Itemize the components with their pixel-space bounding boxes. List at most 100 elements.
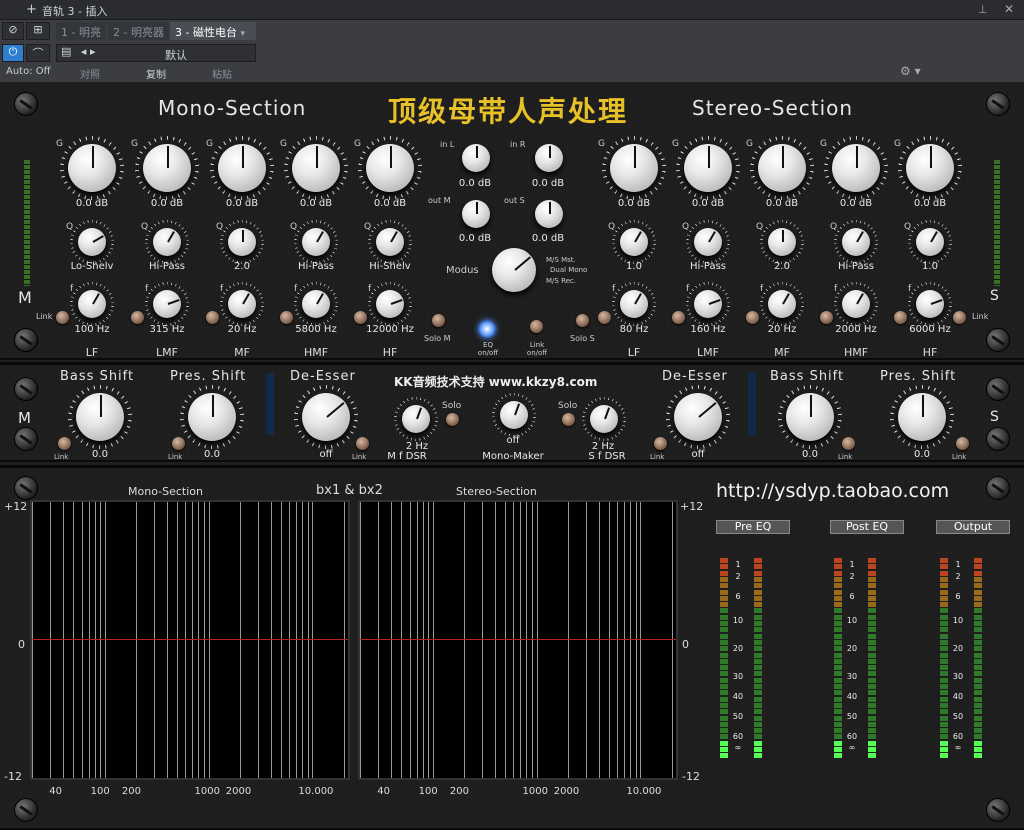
in-l-knob[interactable] [462, 144, 490, 172]
mono-freq-knob-2[interactable] [153, 290, 181, 318]
in-r-label: in R [510, 140, 526, 149]
copy-button[interactable]: 复制 [146, 66, 166, 81]
power-icon[interactable]: ⊘ [2, 22, 24, 40]
mono-freq-knob-4[interactable] [302, 290, 330, 318]
stereo-gain-knob-4[interactable] [832, 144, 880, 192]
mono-de-link-button[interactable] [356, 437, 369, 450]
meter-segment [940, 608, 948, 614]
auto-status[interactable]: Auto: Off [6, 66, 51, 77]
pin-icon[interactable]: ⊥ [978, 3, 988, 16]
stereo-pres-link-button[interactable] [956, 437, 969, 450]
pre-eq-header[interactable]: Pre EQ [716, 520, 790, 534]
solo-s-button[interactable] [576, 314, 589, 327]
mono-pres-shift-knob[interactable] [188, 393, 236, 441]
mono-freq-knob-5[interactable] [376, 290, 404, 318]
meter-segment [720, 721, 728, 727]
stereo-q-knob-3[interactable] [768, 228, 796, 256]
gear-icon[interactable]: ⚙ ▾ [900, 64, 921, 78]
prev-icon[interactable]: ◂ [81, 45, 87, 58]
stereo-gain-knob-2[interactable] [684, 144, 732, 192]
s-dsr-solo-button[interactable] [562, 413, 575, 426]
mono-q-knob-5[interactable] [376, 228, 404, 256]
mono-de-esser-knob[interactable] [302, 393, 350, 441]
mono-frequency-graph[interactable] [30, 500, 350, 780]
next-icon[interactable]: ▸ [90, 45, 96, 58]
s-dsr-knob[interactable] [590, 405, 618, 433]
mono-gain-knob-1[interactable] [68, 144, 116, 192]
output-header[interactable]: Output [936, 520, 1010, 534]
modus-option-ms-mst[interactable]: M/S Mst. [546, 256, 576, 264]
stereo-freq-knob-3[interactable] [768, 290, 796, 318]
close-icon[interactable]: ✕ [1004, 2, 1014, 16]
mono-link-button-2[interactable] [131, 311, 144, 324]
modus-option-ms-rec[interactable]: M/S Rec. [546, 277, 576, 285]
mono-q-knob-2[interactable] [153, 228, 181, 256]
stereo-freq-knob-4[interactable] [842, 290, 870, 318]
stereo-freq-knob-1[interactable] [620, 290, 648, 318]
headphone-icon[interactable]: ⌒ [26, 44, 50, 62]
mono-gain-knob-5[interactable] [366, 144, 414, 192]
stereo-pres-shift-knob[interactable] [898, 393, 946, 441]
mono-pres-link-button[interactable] [172, 437, 185, 450]
tab-2[interactable]: 2 - 明亮器 [108, 22, 169, 40]
stereo-link-button-4[interactable] [820, 311, 833, 324]
plus-icon[interactable]: + [26, 2, 37, 17]
stereo-x-tick: 200 [449, 786, 469, 797]
in-r-knob[interactable] [535, 144, 563, 172]
routing-icon[interactable]: ⊞ [26, 22, 50, 40]
compare-button[interactable]: 对照 [80, 66, 100, 81]
post-eq-header[interactable]: Post EQ [830, 520, 904, 534]
stereo-freq-knob-2[interactable] [694, 290, 722, 318]
out-m-knob[interactable] [462, 200, 490, 228]
mono-bass-link-button[interactable] [58, 437, 71, 450]
stereo-q-knob-1[interactable] [620, 228, 648, 256]
bypass-power-button[interactable]: ⏻ [2, 44, 24, 62]
stereo-de-esser-knob[interactable] [674, 393, 722, 441]
mono-gain-knob-4[interactable] [292, 144, 340, 192]
save-icon[interactable]: ▤ [61, 45, 71, 58]
stereo-link-button[interactable] [953, 311, 966, 324]
stereo-gain-knob-3[interactable] [758, 144, 806, 192]
mono-bass-shift-knob[interactable] [76, 393, 124, 441]
mono-q-knob-1[interactable] [78, 228, 106, 256]
mono-link-button-4[interactable] [280, 311, 293, 324]
tab-3[interactable]: 3 - 磁性电台 ▾ [170, 22, 256, 40]
stereo-frequency-graph[interactable] [358, 500, 678, 780]
stereo-link-button-1[interactable] [598, 311, 611, 324]
stereo-link-button-2[interactable] [672, 311, 685, 324]
paste-button[interactable]: 粘贴 [212, 66, 232, 81]
stereo-q-knob-5[interactable] [916, 228, 944, 256]
eq-onoff-button[interactable] [478, 320, 496, 338]
m-dsr-knob[interactable] [402, 405, 430, 433]
stereo-bass-shift-knob[interactable] [786, 393, 834, 441]
stereo-freq-knob-5[interactable] [916, 290, 944, 318]
mono-q-knob-3[interactable] [228, 228, 256, 256]
link-onoff-button[interactable] [530, 320, 543, 333]
stereo-q-knob-2[interactable] [694, 228, 722, 256]
mono-gain-knob-2[interactable] [143, 144, 191, 192]
tab-1[interactable]: 1 - 明亮 [56, 22, 106, 40]
stereo-gain-knob-5[interactable] [906, 144, 954, 192]
mono-q-knob-4[interactable] [302, 228, 330, 256]
mono-link-button-1[interactable] [56, 311, 69, 324]
solo-m-button[interactable] [432, 314, 445, 327]
stereo-q-knob-4[interactable] [842, 228, 870, 256]
stereo-link-button-3[interactable] [746, 311, 759, 324]
mono-freq-knob-3[interactable] [228, 290, 256, 318]
preset-bar[interactable]: ▤ ◂ ▸ 默认 [56, 44, 256, 62]
out-s-knob[interactable] [535, 200, 563, 228]
stereo-bass-link-button[interactable] [842, 437, 855, 450]
mono-freq-knob-1[interactable] [78, 290, 106, 318]
modus-knob[interactable] [492, 248, 536, 292]
mono-maker-knob[interactable] [500, 401, 528, 429]
stereo-gain-knob-1[interactable] [610, 144, 658, 192]
mono-gain-knob-3[interactable] [218, 144, 266, 192]
stereo-de-link-button[interactable] [654, 437, 667, 450]
shop-url[interactable]: http://ysdyp.taobao.com [716, 480, 949, 502]
mono-link-button-5[interactable] [354, 311, 367, 324]
mono-link-button-3[interactable] [206, 311, 219, 324]
stereo-link-button-5[interactable] [894, 311, 907, 324]
f-label: f [760, 284, 764, 294]
m-dsr-solo-button[interactable] [446, 413, 459, 426]
modus-option-dual-mono[interactable]: Dual Mono [550, 266, 587, 274]
